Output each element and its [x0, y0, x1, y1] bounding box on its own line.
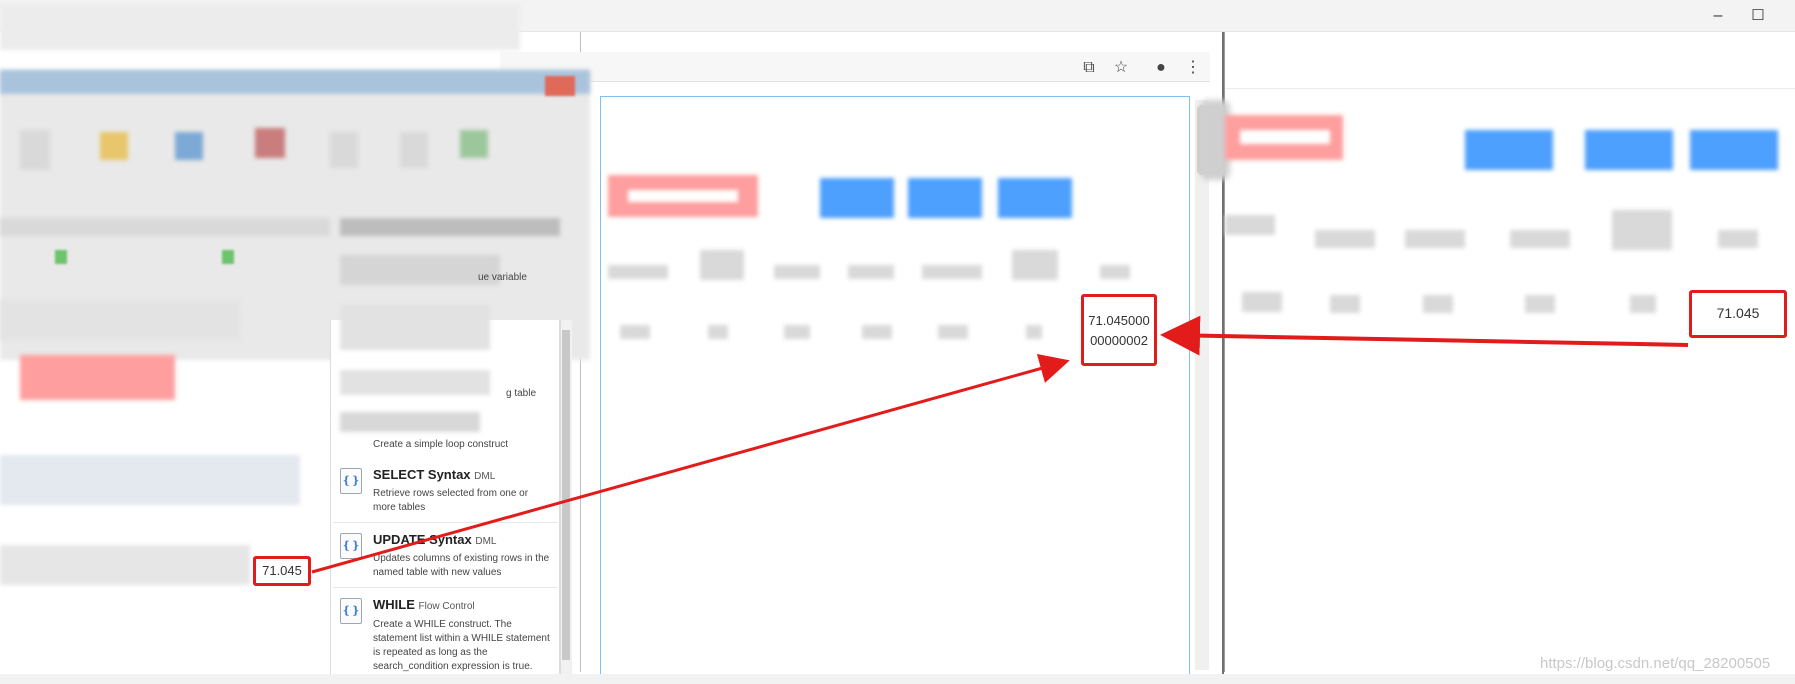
annotation-arrows [311, 315, 1689, 574]
status-strip [0, 674, 1795, 684]
arrow-left-to-middle [311, 354, 1070, 574]
arrow-right-to-middle [1160, 315, 1689, 356]
watermark: https://blog.csdn.net/qq_28200505 [1540, 655, 1771, 672]
